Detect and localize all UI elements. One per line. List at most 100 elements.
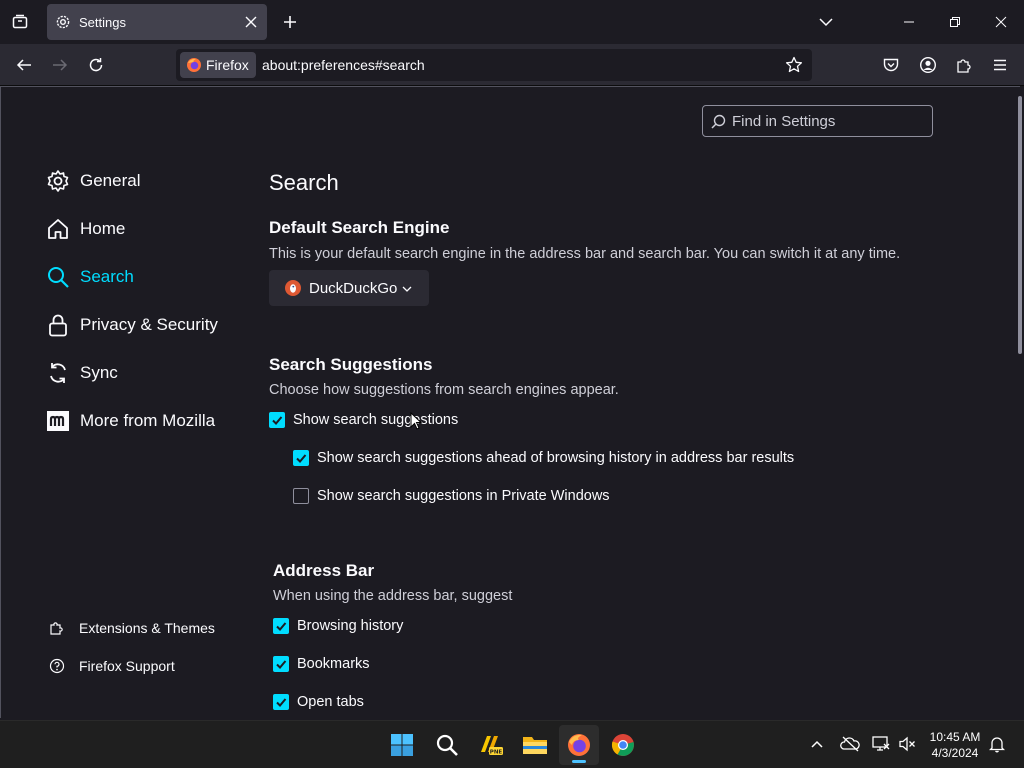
checkbox-unchecked[interactable] <box>293 488 309 504</box>
extensions-button[interactable] <box>949 50 979 80</box>
find-in-settings-input[interactable] <box>732 112 922 130</box>
clock-date: 4/3/2024 <box>931 746 979 760</box>
restore-button[interactable] <box>932 6 978 38</box>
show-search-suggestions-checkbox[interactable]: Show search suggestions <box>269 412 458 428</box>
checkbox-checked[interactable] <box>273 656 289 672</box>
category-label: Privacy & Security <box>80 315 218 334</box>
default-engine-value: DuckDuckGo <box>309 279 398 297</box>
forward-button[interactable] <box>45 50 75 80</box>
address-bar-description: When using the address bar, suggest <box>273 588 513 604</box>
firefox-icon <box>187 58 201 72</box>
checkbox-checked[interactable] <box>273 618 289 634</box>
suggestions-ahead-of-history-checkbox[interactable]: Show search suggestions ahead of browsin… <box>293 450 794 466</box>
checkbox-checked[interactable] <box>293 450 309 466</box>
pocket-icon <box>883 58 899 72</box>
checkbox-label: Show search suggestions <box>293 412 459 428</box>
clock-time: 10:45 AM <box>929 730 981 744</box>
check-icon <box>276 622 287 631</box>
suggestions-private-windows-checkbox[interactable]: Show search suggestions in Private Windo… <box>293 488 610 504</box>
list-all-tabs-button[interactable] <box>814 10 838 34</box>
minimize-button[interactable] <box>886 6 932 38</box>
page-scrollbar[interactable] <box>1018 96 1022 354</box>
search-suggestions-description: Choose how suggestions from search engin… <box>269 382 619 398</box>
bell-icon <box>989 737 1005 753</box>
url-bar[interactable]: Firefox about:preferences#search <box>176 49 812 81</box>
footer-link-label: Extensions & Themes <box>79 620 215 636</box>
help-icon <box>47 656 67 676</box>
svg-text:PNE: PNE <box>490 750 503 756</box>
reload-button[interactable] <box>81 50 111 80</box>
network-icon <box>872 736 890 751</box>
default-search-engine-heading: Default Search Engine <box>269 218 450 237</box>
chrome-taskbar-button[interactable] <box>603 725 643 765</box>
page-title: Search <box>269 170 339 195</box>
category-label: General <box>80 171 141 190</box>
category-privacy-security[interactable]: Privacy & Security <box>45 307 218 343</box>
pne-app-icon: PNE <box>481 736 503 756</box>
taskbar: PNE 10:45 AM 4/3/2024 <box>0 720 1024 768</box>
find-in-settings-field[interactable] <box>702 105 933 137</box>
app-menu-button[interactable] <box>985 50 1015 80</box>
windows-start-icon <box>391 734 413 756</box>
system-clock[interactable]: 10:45 AM 4/3/2024 <box>922 729 988 761</box>
identity-box[interactable]: Firefox <box>180 52 256 78</box>
home-icon <box>45 216 71 242</box>
url-text[interactable]: about:preferences#search <box>262 57 425 73</box>
taskbar-search-button[interactable] <box>427 725 467 765</box>
category-search[interactable]: Search <box>45 259 134 295</box>
extensions-themes-link[interactable]: Extensions & Themes <box>47 616 215 640</box>
gear-icon <box>45 168 71 194</box>
category-more-from-mozilla[interactable]: More from Mozilla <box>45 403 215 439</box>
open-tabs-checkbox[interactable]: Open tabs <box>273 694 364 710</box>
show-hidden-icons-button[interactable] <box>806 733 828 755</box>
chevron-down-icon <box>819 18 833 27</box>
bookmarks-checkbox[interactable]: Bookmarks <box>273 656 370 672</box>
tab-list-button[interactable] <box>6 8 34 36</box>
address-bar-heading: Address Bar <box>273 561 375 580</box>
checkbox-checked[interactable] <box>269 412 285 428</box>
firefox-support-link[interactable]: Firefox Support <box>47 654 175 678</box>
back-arrow-icon <box>16 59 31 71</box>
forward-arrow-icon <box>53 59 68 71</box>
category-sync[interactable]: Sync <box>45 355 118 391</box>
browsing-history-checkbox[interactable]: Browsing history <box>273 618 403 634</box>
tab-settings[interactable]: Settings <box>47 4 267 40</box>
minimize-icon <box>904 21 914 23</box>
tab-close-button[interactable] <box>241 12 261 32</box>
category-label: Sync <box>80 363 118 382</box>
check-icon <box>296 454 307 463</box>
plus-icon <box>284 16 296 28</box>
onedrive-tray-icon-button[interactable] <box>839 733 861 755</box>
new-tab-button[interactable] <box>278 10 302 34</box>
checkbox-label: Show search suggestions in Private Windo… <box>317 488 610 504</box>
account-button[interactable] <box>913 50 943 80</box>
category-home[interactable]: Home <box>45 211 125 247</box>
cloud-offline-icon <box>840 736 860 752</box>
active-app-indicator <box>572 760 586 763</box>
pne-app-button[interactable]: PNE <box>471 725 511 765</box>
default-engine-dropdown[interactable]: DuckDuckGo <box>269 270 429 306</box>
search-icon <box>45 264 71 290</box>
firefox-taskbar-button[interactable] <box>559 725 599 765</box>
file-explorer-icon <box>523 737 547 754</box>
back-button[interactable] <box>9 50 39 80</box>
category-label: Home <box>80 219 126 238</box>
account-icon <box>919 56 937 74</box>
close-icon <box>245 16 257 28</box>
checkbox-checked[interactable] <box>273 694 289 710</box>
network-tray-button[interactable] <box>870 733 892 755</box>
checkbox-label: Show search suggestions ahead of browsin… <box>317 450 795 466</box>
chevron-down-icon <box>402 280 412 297</box>
volume-tray-button[interactable] <box>896 733 918 755</box>
notifications-button[interactable] <box>986 733 1008 755</box>
identity-label: Firefox <box>206 57 249 73</box>
pocket-button[interactable] <box>876 50 906 80</box>
file-explorer-button[interactable] <box>515 725 555 765</box>
windows-start-button[interactable] <box>382 725 422 765</box>
star-icon <box>785 56 803 73</box>
close-window-button[interactable] <box>978 6 1024 38</box>
settings-page: General Home Search Privacy & Security S… <box>0 86 1020 718</box>
gear-icon <box>56 15 70 29</box>
category-general[interactable]: General <box>45 163 140 199</box>
bookmark-star-button[interactable] <box>782 53 806 77</box>
